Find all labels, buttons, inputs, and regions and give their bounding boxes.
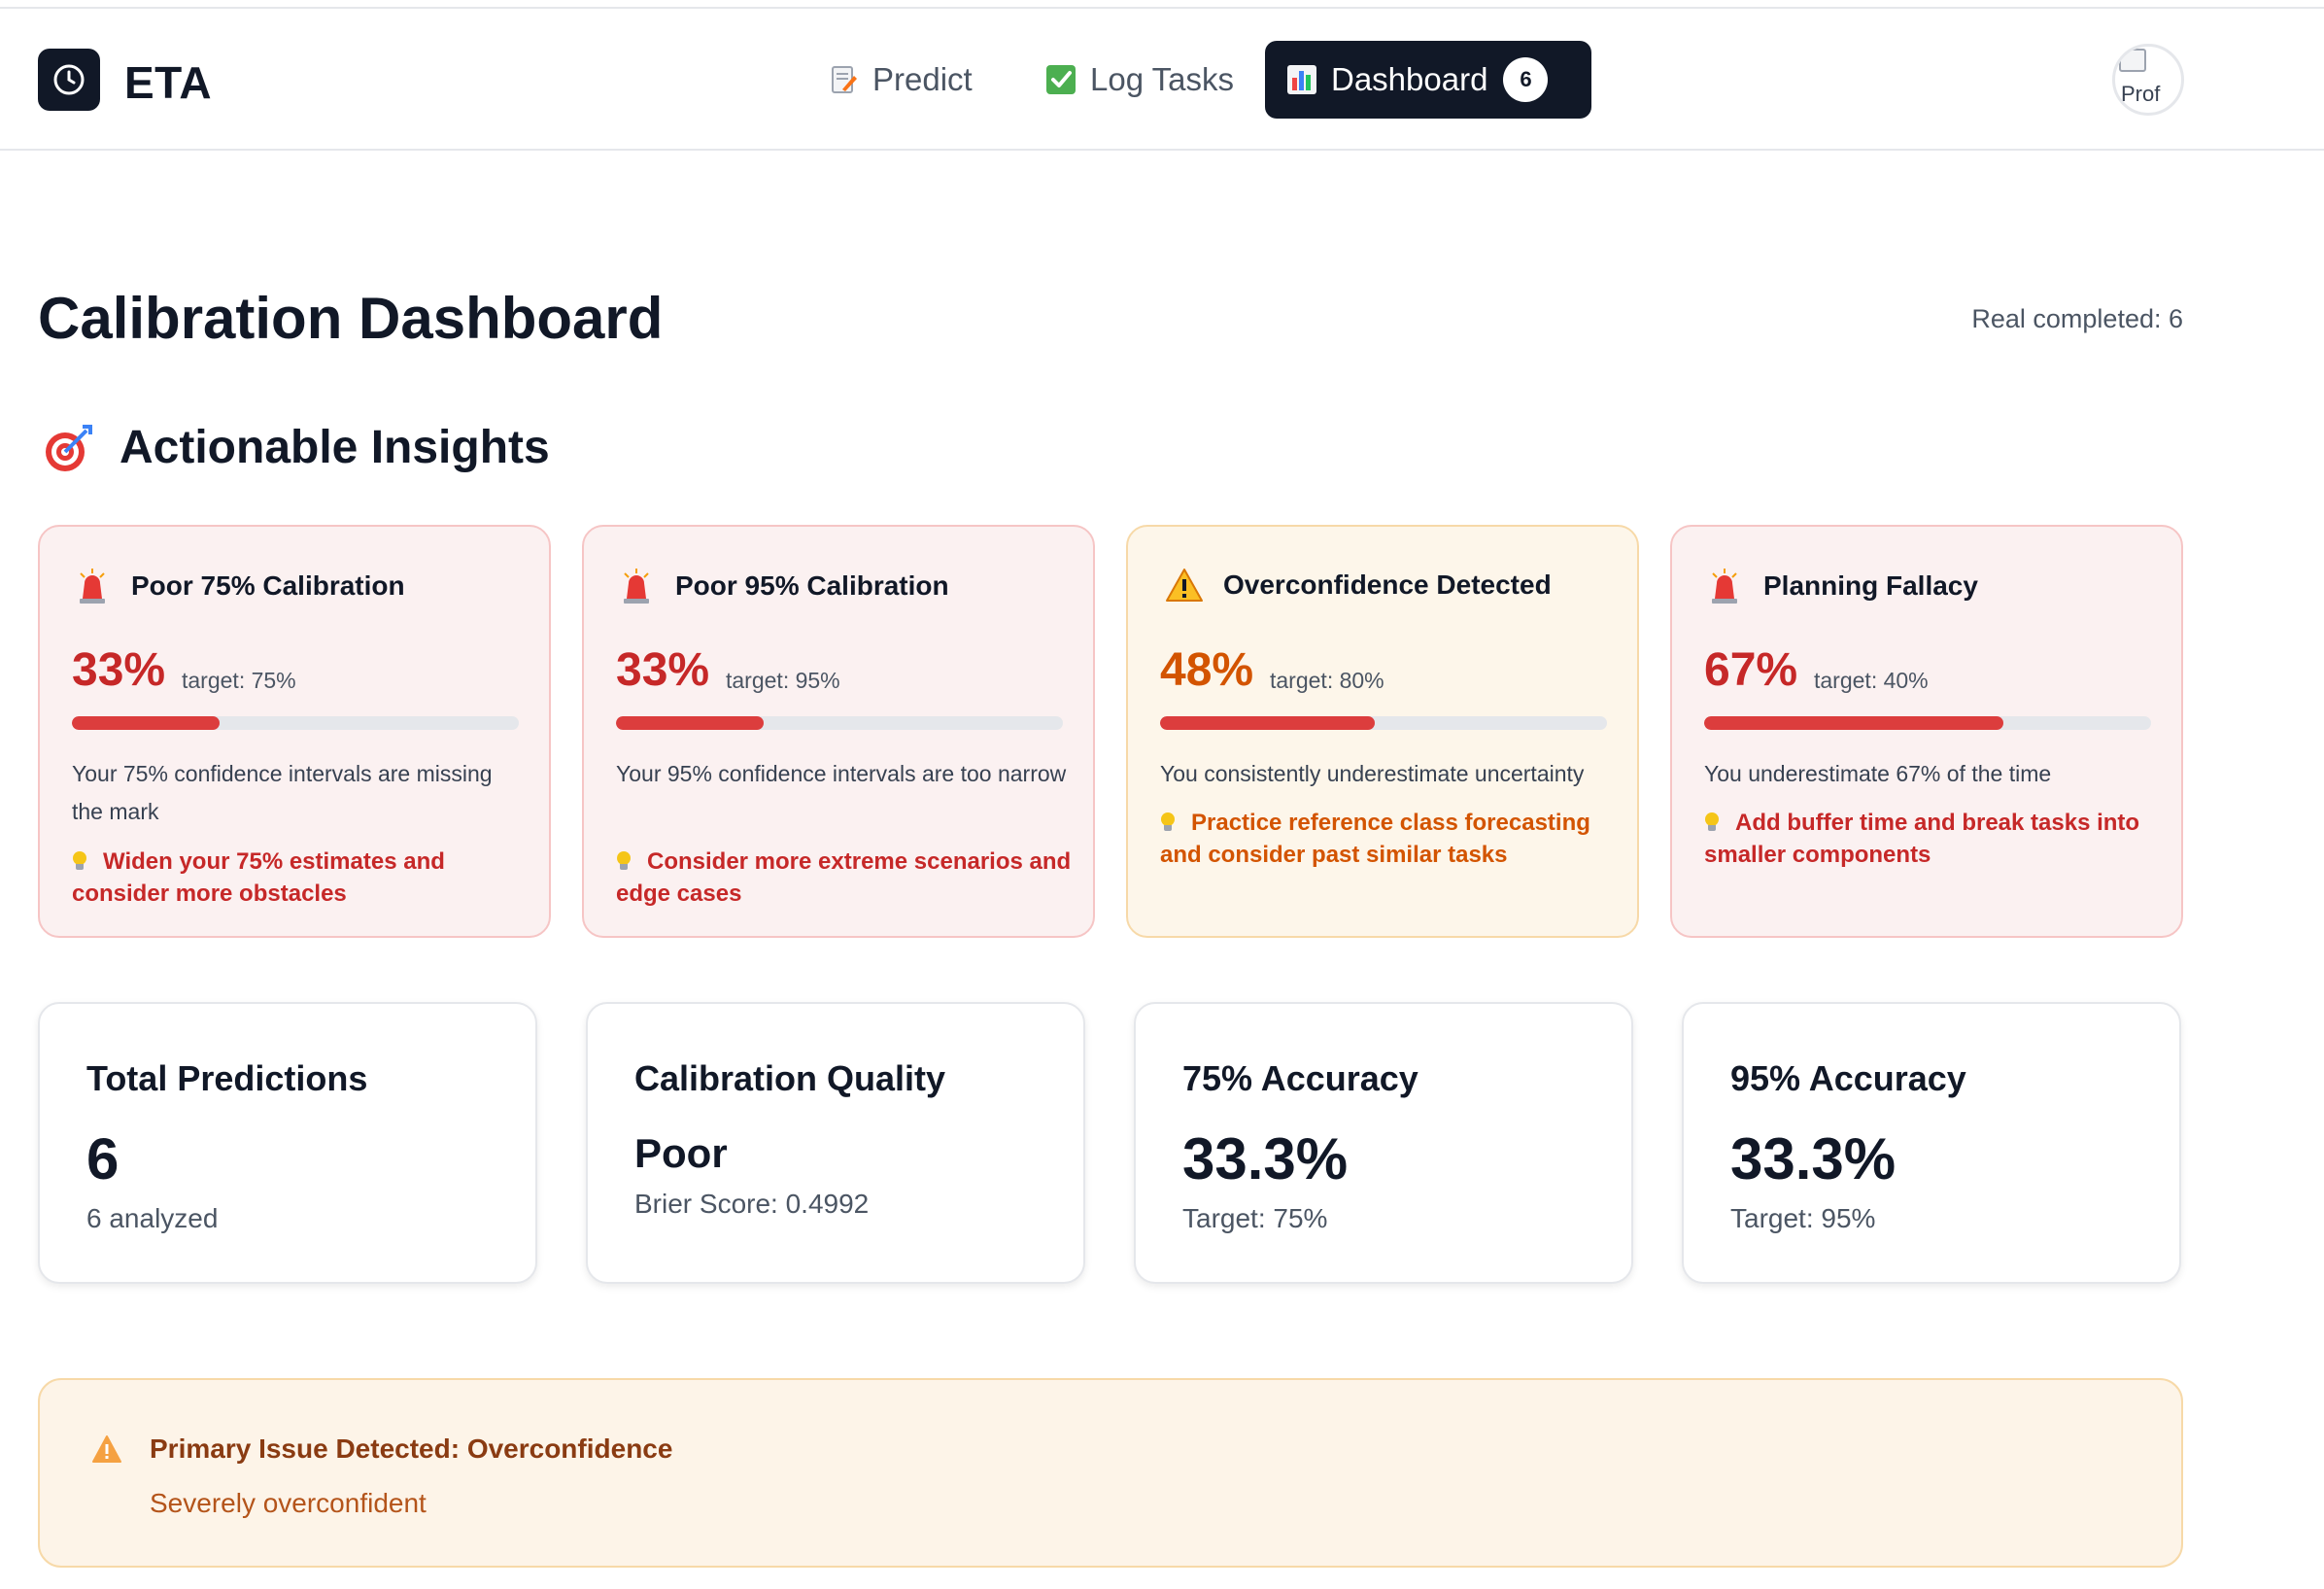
- nav-dashboard[interactable]: Dashboard 6: [1265, 41, 1591, 119]
- stat-card-75-accuracy: 75% Accuracy 33.3% Target: 75%: [1134, 1002, 1633, 1284]
- insight-title: Poor 75% Calibration: [131, 570, 405, 601]
- primary-issue-banner: Primary Issue Detected: Overconfidence S…: [38, 1378, 2183, 1568]
- stat-label: 75% Accuracy: [1182, 1058, 1418, 1098]
- insight-title: Planning Fallacy: [1763, 570, 1978, 601]
- insight-target: target: 95%: [726, 668, 840, 693]
- insight-header: Planning Fallacy: [1709, 568, 1978, 605]
- insight-value: 33%: [72, 644, 166, 696]
- insight-title: Overconfidence Detected: [1223, 570, 1552, 600]
- main-nav: Predict Log Tasks Dashboard 6: [0, 41, 2324, 119]
- insight-tip: Practice reference class forecasting and…: [1160, 807, 1617, 871]
- check-box-icon: [1045, 64, 1077, 95]
- insight-target: target: 40%: [1814, 668, 1929, 693]
- lightbulb-icon: [1704, 812, 1720, 832]
- insight-header: Poor 75% Calibration: [77, 568, 405, 605]
- memo-icon: [828, 64, 859, 95]
- insight-tip-text: Consider more extreme scenarios and edge…: [616, 848, 1072, 907]
- siren-icon: [77, 568, 108, 605]
- nav-predict-label: Predict: [872, 61, 973, 97]
- stat-value: 6: [86, 1126, 120, 1192]
- stat-value: 33.3%: [1182, 1126, 1349, 1192]
- broken-image-icon: [2119, 49, 2146, 72]
- insights-heading: Actionable Insights: [44, 421, 550, 474]
- insight-header: Poor 95% Calibration: [621, 568, 949, 605]
- nav-log-tasks[interactable]: Log Tasks: [1024, 41, 1255, 119]
- profile-avatar[interactable]: Prof: [2112, 44, 2184, 116]
- dashboard-count-badge: 6: [1503, 57, 1549, 102]
- stat-subtext: Brier Score: 0.4992: [634, 1189, 870, 1219]
- insight-card: Overconfidence Detected 48% target: 80% …: [1126, 525, 1639, 938]
- stat-label: Calibration Quality: [634, 1058, 946, 1098]
- insight-progress-fill: [1160, 716, 1375, 730]
- insight-target: target: 80%: [1270, 668, 1384, 693]
- lightbulb-icon: [1160, 812, 1176, 832]
- target-icon: [44, 423, 94, 473]
- insight-tip: Consider more extreme scenarios and edge…: [616, 846, 1073, 910]
- lightbulb-icon: [616, 851, 632, 871]
- window-top-border: [0, 0, 2324, 9]
- insight-progress-fill: [72, 716, 220, 730]
- insight-title: Poor 95% Calibration: [675, 570, 949, 601]
- insights-title: Actionable Insights: [120, 422, 550, 473]
- stat-label: Total Predictions: [86, 1058, 368, 1098]
- nav-log-tasks-label: Log Tasks: [1090, 61, 1234, 97]
- insight-tip-text: Add buffer time and break tasks into sma…: [1704, 810, 2140, 868]
- stat-subtext: Target: 75%: [1182, 1203, 1328, 1233]
- insight-value: 67%: [1704, 644, 1798, 696]
- insight-description: Your 95% confidence intervals are too na…: [616, 761, 1067, 786]
- insight-progress-bar: [1160, 716, 1607, 730]
- stat-card-95-accuracy: 95% Accuracy 33.3% Target: 95%: [1682, 1002, 2181, 1284]
- bar-chart-icon: [1286, 64, 1317, 95]
- page-title: Calibration Dashboard: [38, 286, 664, 351]
- insight-progress-fill: [1704, 716, 2004, 730]
- issue-description: Severely overconfident: [150, 1488, 427, 1518]
- avatar-alt-text: Prof: [2121, 82, 2161, 106]
- insight-progress-bar: [1704, 716, 2151, 730]
- insight-header: Overconfidence Detected: [1165, 568, 1552, 603]
- nav-predict[interactable]: Predict: [806, 41, 994, 119]
- warning-icon: [1165, 568, 1204, 603]
- real-completed-count: Real completed: 6: [1971, 304, 2183, 333]
- issue-title: Primary Issue Detected: Overconfidence: [150, 1434, 673, 1464]
- insight-tip-text: Practice reference class forecasting and…: [1160, 810, 1590, 868]
- insight-tip: Add buffer time and break tasks into sma…: [1704, 807, 2161, 871]
- stat-card-total-predictions: Total Predictions 6 6 analyzed: [38, 1002, 537, 1284]
- insight-card: Planning Fallacy 67% target: 40% You und…: [1670, 525, 2183, 938]
- insight-progress-fill: [616, 716, 764, 730]
- warning-icon: [91, 1434, 122, 1464]
- insight-value: 33%: [616, 644, 710, 696]
- insight-progress-bar: [72, 716, 519, 730]
- insight-tip-text: Widen your 75% estimates and consider mo…: [72, 848, 445, 907]
- stat-value: Poor: [634, 1130, 728, 1176]
- insight-progress-bar: [616, 716, 1063, 730]
- stat-subtext: 6 analyzed: [86, 1203, 219, 1233]
- insight-description: Your 75% confidence intervals are missin…: [72, 761, 493, 824]
- nav-dashboard-label: Dashboard: [1331, 61, 1488, 97]
- top-navbar: ETA Predict Log Tasks Dashboard 6 Prof: [0, 10, 2324, 151]
- siren-icon: [621, 568, 652, 605]
- stat-value: 33.3%: [1730, 1126, 1897, 1192]
- lightbulb-icon: [72, 851, 87, 871]
- insight-description: You underestimate 67% of the time: [1704, 761, 2052, 786]
- insight-value: 48%: [1160, 644, 1254, 696]
- insight-card: Poor 75% Calibration 33% target: 75% You…: [38, 525, 551, 938]
- siren-icon: [1709, 568, 1740, 605]
- insight-card: Poor 95% Calibration 33% target: 95% You…: [582, 525, 1095, 938]
- insight-tip: Widen your 75% estimates and consider mo…: [72, 846, 529, 910]
- insight-description: You consistently underestimate uncertain…: [1160, 761, 1585, 786]
- insight-target: target: 75%: [182, 668, 296, 693]
- stat-label: 95% Accuracy: [1730, 1058, 1966, 1098]
- stat-subtext: Target: 95%: [1730, 1203, 1876, 1233]
- stat-card-calibration-quality: Calibration Quality Poor Brier Score: 0.…: [586, 1002, 1085, 1284]
